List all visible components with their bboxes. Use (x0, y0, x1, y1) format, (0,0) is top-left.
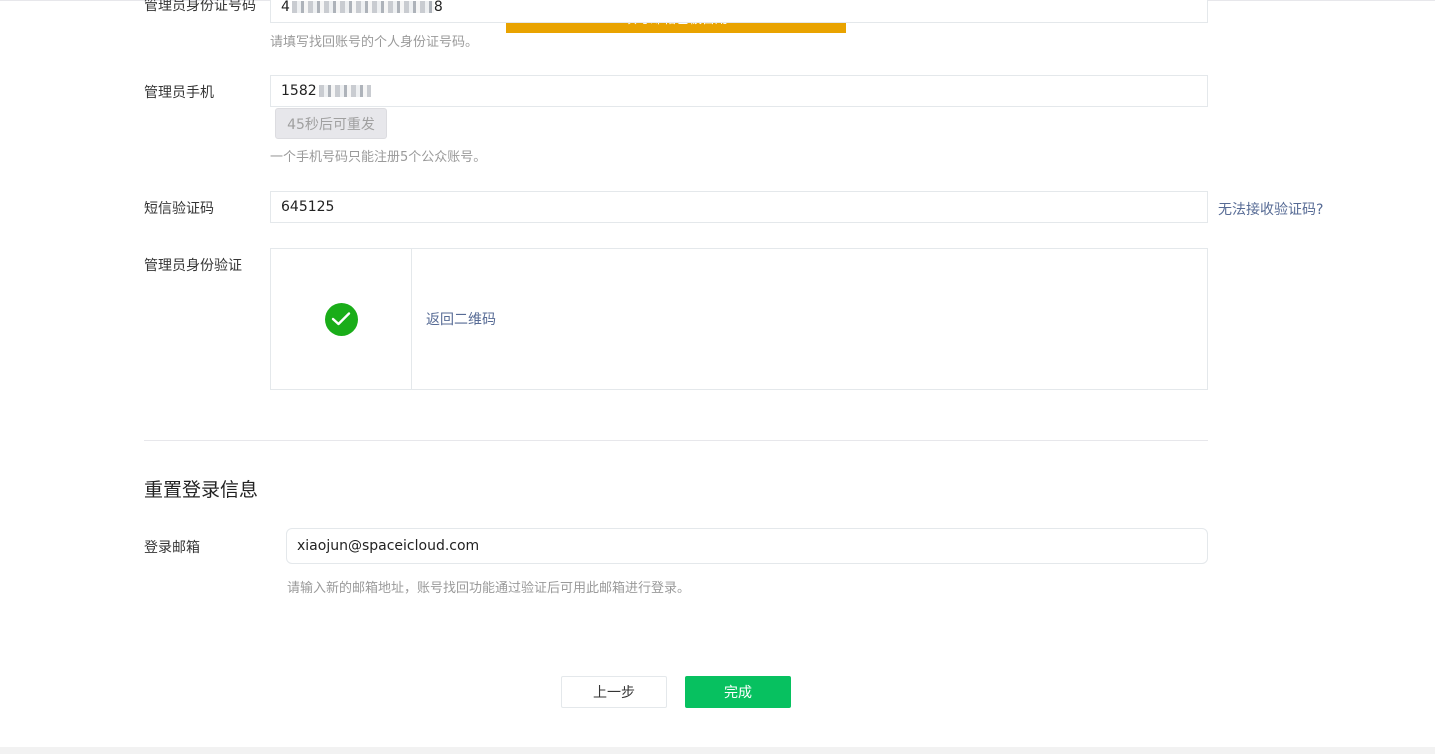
verify-link-area: 返回二维码 (412, 249, 1207, 389)
phone-value-prefix: 1582 (281, 83, 317, 99)
recovery-form-page: 填写邮箱已被占用 管理员身份证号码 4 8 请填写找回账号的个人身份证号码。 管… (0, 0, 1435, 754)
id-number-value-prefix: 4 (281, 0, 290, 15)
login-email-hint: 请输入新的邮箱地址，账号找回功能通过验证后可用此邮箱进行登录。 (287, 581, 691, 596)
previous-step-button[interactable]: 上一步 (561, 676, 667, 708)
identity-verify-label: 管理员身份验证 (144, 258, 242, 274)
reset-section-title: 重置登录信息 (144, 479, 259, 501)
back-to-qrcode-link[interactable]: 返回二维码 (426, 309, 496, 329)
identity-verify-box: 返回二维码 (270, 248, 1208, 390)
finish-button[interactable]: 完成 (685, 676, 791, 708)
id-number-label: 管理员身份证号码 (144, 0, 256, 14)
login-email-value: xiaojun@spaceicloud.com (297, 538, 480, 554)
sms-code-input[interactable]: 645125 (270, 191, 1208, 223)
id-number-hint: 请填写找回账号的个人身份证号码。 (270, 35, 479, 50)
section-divider (144, 440, 1208, 441)
finish-label: 完成 (724, 685, 752, 701)
cannot-receive-code-link[interactable]: 无法接收验证码? (1218, 199, 1323, 219)
footer-strip (0, 747, 1435, 754)
resend-code-button[interactable]: 45秒后可重发 (275, 108, 387, 139)
id-number-masked-digits (291, 1, 434, 13)
verified-check-icon (324, 302, 358, 336)
phone-masked-digits (318, 85, 371, 97)
previous-step-label: 上一步 (593, 685, 635, 701)
resend-code-label: 45秒后可重发 (287, 116, 375, 133)
id-number-value-suffix: 8 (433, 0, 443, 15)
login-email-label: 登录邮箱 (144, 540, 200, 556)
id-number-input[interactable]: 4 8 (270, 0, 1208, 23)
phone-label: 管理员手机 (144, 85, 214, 101)
sms-code-value: 645125 (281, 199, 335, 215)
login-email-input[interactable]: xiaojun@spaceicloud.com (286, 528, 1208, 564)
phone-hint: 一个手机号码只能注册5个公众账号。 (270, 150, 487, 165)
sms-code-label: 短信验证码 (144, 201, 214, 217)
phone-input[interactable]: 1582 (270, 75, 1208, 107)
verify-status-area (271, 249, 412, 389)
